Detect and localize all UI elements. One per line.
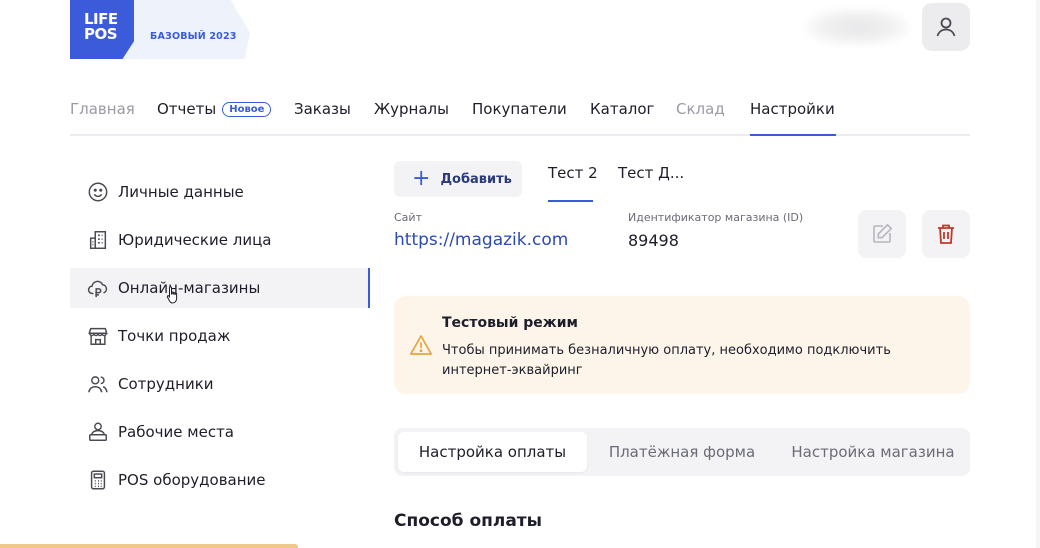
main-nav: Главная Отчеты Новое Заказы Журналы Покуп… bbox=[70, 86, 970, 136]
nav-item-reports[interactable]: Отчеты Новое bbox=[157, 100, 272, 118]
edit-store-button[interactable] bbox=[858, 210, 906, 258]
nav-item-warehouse[interactable]: Склад bbox=[676, 100, 725, 118]
users-icon bbox=[86, 372, 110, 396]
test-mode-alert: Тестовый режим Чтобы принимать безналичн… bbox=[394, 296, 970, 394]
settings-tabs: Настройка оплаты Платёжная форма Настрой… bbox=[394, 428, 970, 476]
sidebar-item-pos-equipment[interactable]: POS оборудование bbox=[70, 460, 370, 500]
user-menu-button[interactable] bbox=[922, 3, 970, 51]
logo[interactable]: LIFE POS bbox=[70, 0, 134, 59]
sidebar-item-label: Личные данные bbox=[118, 183, 244, 201]
nav-item-home[interactable]: Главная bbox=[70, 100, 135, 118]
settings-sidebar: Личные данные Юридические лица Онлайн-ма… bbox=[70, 172, 370, 508]
sidebar-item-employees[interactable]: Сотрудники bbox=[70, 364, 370, 404]
site-label: Сайт bbox=[394, 211, 422, 224]
warning-icon bbox=[409, 335, 433, 355]
sidebar-item-online-stores[interactable]: Онлайн-магазины bbox=[70, 268, 370, 308]
plan-label: БАЗОВЫЙ 2023 bbox=[150, 31, 237, 42]
bottom-notification-bar bbox=[0, 544, 298, 548]
plan-tile bbox=[120, 0, 250, 59]
sidebar-item-label: Точки продаж bbox=[118, 327, 231, 345]
tab-store-test2[interactable]: Тест 2 bbox=[548, 164, 598, 182]
tab-store-test-d[interactable]: Тест Д... bbox=[618, 164, 684, 182]
sidebar-item-label: Сотрудники bbox=[118, 375, 214, 393]
section-title: Способ оплаты bbox=[394, 511, 543, 531]
tab-store-settings[interactable]: Настройка магазина bbox=[780, 432, 966, 472]
scrollbar[interactable] bbox=[1036, 0, 1040, 548]
sidebar-item-label: Рабочие места bbox=[118, 423, 234, 441]
sidebar-item-points-of-sale[interactable]: Точки продаж bbox=[70, 316, 370, 356]
store-id-value: 89498 bbox=[628, 231, 679, 250]
alert-title: Тестовый режим bbox=[442, 315, 578, 331]
sidebar-item-workplaces[interactable]: Рабочие места bbox=[70, 412, 370, 452]
workplace-icon bbox=[86, 420, 110, 444]
nav-item-reports-label: Отчеты bbox=[157, 100, 217, 118]
user-name-blurred bbox=[805, 8, 910, 46]
nav-item-customers[interactable]: Покупатели bbox=[472, 100, 567, 118]
user-icon bbox=[936, 17, 956, 37]
nav-item-journals[interactable]: Журналы bbox=[374, 100, 449, 118]
edit-icon bbox=[873, 223, 893, 243]
tab-payment-form[interactable]: Платёжная форма bbox=[594, 432, 770, 472]
add-store-button[interactable]: + Добавить bbox=[394, 161, 522, 197]
store-icon bbox=[86, 324, 110, 348]
sidebar-item-label: Юридические лица bbox=[118, 231, 272, 249]
logo-area[interactable]: LIFE POS БАЗОВЫЙ 2023 bbox=[70, 0, 250, 59]
plus-icon: + bbox=[412, 166, 431, 191]
nav-active-indicator bbox=[750, 134, 836, 136]
hand-cursor-icon bbox=[166, 286, 178, 304]
sidebar-item-personal-data[interactable]: Личные данные bbox=[70, 172, 370, 212]
delete-store-button[interactable] bbox=[922, 210, 970, 258]
store-tab-active-indicator bbox=[548, 200, 593, 202]
building-icon bbox=[86, 228, 110, 252]
nav-item-settings[interactable]: Настройки bbox=[750, 100, 835, 118]
nav-item-orders[interactable]: Заказы bbox=[294, 100, 351, 118]
new-badge: Новое bbox=[222, 102, 272, 117]
trash-icon bbox=[938, 224, 954, 244]
cloud-ruble-icon bbox=[86, 276, 110, 300]
store-id-label: Идентификатор магазина (ID) bbox=[628, 211, 804, 224]
tab-payment-settings[interactable]: Настройка оплаты bbox=[398, 432, 587, 472]
add-store-label: Добавить bbox=[440, 171, 512, 187]
sidebar-item-label: POS оборудование bbox=[118, 471, 266, 489]
sidebar-item-legal-entities[interactable]: Юридические лица bbox=[70, 220, 370, 260]
sidebar-item-label: Онлайн-магазины bbox=[118, 279, 261, 297]
smile-icon bbox=[86, 180, 110, 204]
calculator-icon bbox=[86, 468, 110, 492]
logo-line2: POS bbox=[84, 25, 118, 43]
site-link[interactable]: https://magazik.com bbox=[394, 230, 568, 250]
nav-item-catalog[interactable]: Каталог bbox=[590, 100, 654, 118]
alert-text: Чтобы принимать безналичную оплату, необ… bbox=[442, 343, 891, 378]
